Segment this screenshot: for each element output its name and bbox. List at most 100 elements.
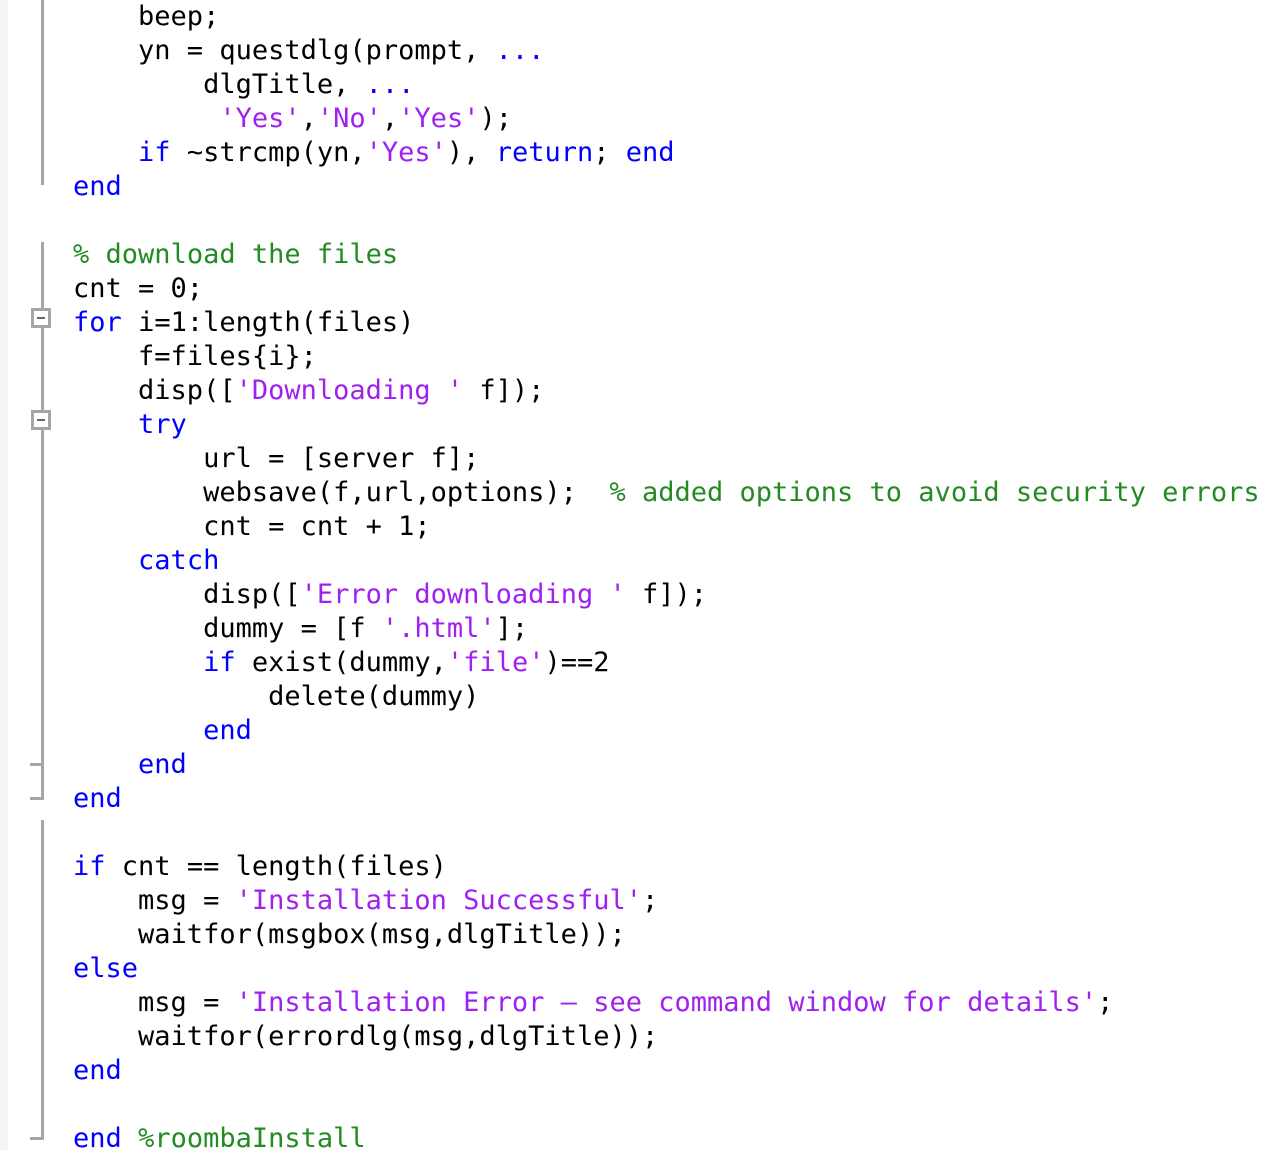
code-text-area[interactable]: beep; yn = questdlg(prompt, ... dlgTitle… bbox=[0, 0, 1266, 1150]
line-end-for-loop[interactable]: end bbox=[0, 782, 1266, 816]
line-blank-3[interactable] bbox=[0, 1088, 1266, 1122]
token-keyword: end bbox=[73, 171, 122, 202]
token-plain: ]; bbox=[495, 613, 529, 644]
line-end-function[interactable]: end %roombaInstall bbox=[0, 1122, 1266, 1150]
token-plain: dlgTitle, bbox=[8, 69, 366, 100]
line-if-exist-dummy[interactable]: if exist(dummy,'file')==2 bbox=[0, 646, 1266, 680]
token-plain: ; bbox=[1097, 987, 1114, 1018]
token-plain: i=1:length(files) bbox=[121, 307, 415, 338]
token-plain: disp([ bbox=[8, 579, 301, 610]
token-keyword: else bbox=[73, 953, 139, 984]
token-plain: ; bbox=[593, 137, 626, 168]
line-catch[interactable]: catch bbox=[0, 544, 1266, 578]
line-dummy-assign[interactable]: dummy = [f '.html']; bbox=[0, 612, 1266, 646]
token-keyword: for bbox=[73, 307, 122, 338]
token-string: 'Yes' bbox=[365, 137, 447, 168]
line-url-assign[interactable]: url = [server f]; bbox=[0, 442, 1266, 476]
line-f-assign[interactable]: f=files{i}; bbox=[0, 340, 1266, 374]
line-for-loop[interactable]: for i=1:length(files) bbox=[0, 306, 1266, 340]
token-string: '.html' bbox=[381, 613, 496, 644]
line-msg-error[interactable]: msg = 'Installation Error – see command … bbox=[0, 986, 1266, 1020]
line-end-try-catch[interactable]: end bbox=[0, 748, 1266, 782]
line-try[interactable]: try bbox=[0, 408, 1266, 442]
line-websave[interactable]: websave(f,url,options); % added options … bbox=[0, 476, 1266, 510]
token-keyword: end bbox=[73, 1055, 122, 1086]
matlab-editor-window: beep; yn = questdlg(prompt, ... dlgTitle… bbox=[0, 0, 1266, 1150]
token-plain: exist(dummy, bbox=[235, 647, 447, 678]
line-blank-2[interactable] bbox=[0, 816, 1266, 850]
token-plain: f=files{i}; bbox=[8, 341, 317, 372]
line-end-if-exist[interactable]: end bbox=[0, 714, 1266, 748]
line-yn-questdlg[interactable]: yn = questdlg(prompt, ... bbox=[0, 34, 1266, 68]
line-if-strcmp-return[interactable]: if ~strcmp(yn,'Yes'), return; end bbox=[0, 136, 1266, 170]
line-if-cnt-length[interactable]: if cnt == length(files) bbox=[0, 850, 1266, 884]
token-plain: ; bbox=[641, 885, 659, 916]
line-end-confirm[interactable]: end bbox=[0, 170, 1266, 204]
token-comment: % download the files bbox=[73, 239, 399, 270]
line-blank-1[interactable] bbox=[0, 204, 1266, 238]
line-dlgtitle-arg[interactable]: dlgTitle, ... bbox=[0, 68, 1266, 102]
token-string: 'Installation Error – see command window… bbox=[235, 987, 1098, 1018]
token-keyword: try bbox=[138, 409, 187, 440]
token-plain: cnt = cnt + 1; bbox=[8, 511, 431, 542]
token-keyword: if bbox=[203, 647, 236, 678]
token-keyword: if bbox=[73, 851, 106, 882]
line-waitfor-msgbox[interactable]: waitfor(msgbox(msg,dlgTitle)); bbox=[0, 918, 1266, 952]
line-delete-dummy[interactable]: delete(dummy) bbox=[0, 680, 1266, 714]
token-comment: %roombaInstall bbox=[138, 1123, 366, 1150]
token-string: 'Error downloading ' bbox=[300, 579, 626, 610]
token-plain: msg = bbox=[8, 885, 236, 916]
token-plain: cnt = 0; bbox=[8, 273, 204, 304]
token-plain: beep; bbox=[8, 1, 220, 32]
line-disp-downloading[interactable]: disp(['Downloading ' f]); bbox=[0, 374, 1266, 408]
token-plain: f]); bbox=[625, 579, 707, 610]
token-string: 'No' bbox=[316, 103, 382, 134]
token-plain: waitfor(errordlg(msg,dlgTitle)); bbox=[8, 1021, 659, 1052]
token-string: 'file' bbox=[446, 647, 545, 678]
token-plain: ), bbox=[446, 137, 496, 168]
token-comment: % added options to avoid security errors bbox=[609, 477, 1260, 508]
token-plain: , bbox=[381, 103, 399, 134]
token-plain: waitfor(msgbox(msg,dlgTitle)); bbox=[8, 919, 626, 950]
token-keyword: return bbox=[495, 137, 594, 168]
token-plain: ~strcmp(yn, bbox=[170, 137, 366, 168]
token-keyword: catch bbox=[138, 545, 220, 576]
line-cnt-init[interactable]: cnt = 0; bbox=[0, 272, 1266, 306]
line-comment-download[interactable]: % download the files bbox=[0, 238, 1266, 272]
line-waitfor-errordlg[interactable]: waitfor(errordlg(msg,dlgTitle)); bbox=[0, 1020, 1266, 1054]
token-keyword: end bbox=[73, 1123, 122, 1150]
token-plain: f]); bbox=[463, 375, 545, 406]
line-beep[interactable]: beep; bbox=[0, 0, 1266, 34]
token-plain: cnt == length(files) bbox=[105, 851, 447, 882]
token-plain: url = [server f]; bbox=[8, 443, 480, 474]
token-plain: , bbox=[300, 103, 317, 134]
token-plain: ); bbox=[479, 103, 512, 134]
line-else[interactable]: else bbox=[0, 952, 1266, 986]
line-yes-no-yes-args[interactable]: 'Yes','No','Yes'); bbox=[0, 102, 1266, 136]
token-plain: msg = bbox=[8, 987, 236, 1018]
token-keyword: end bbox=[203, 715, 252, 746]
token-keyword: if bbox=[138, 137, 171, 168]
line-end-if-cnt[interactable]: end bbox=[0, 1054, 1266, 1088]
token-plain: disp([ bbox=[8, 375, 236, 406]
line-disp-error[interactable]: disp(['Error downloading ' f]); bbox=[0, 578, 1266, 612]
token-string: 'Installation Successful' bbox=[235, 885, 642, 916]
line-msg-success[interactable]: msg = 'Installation Successful'; bbox=[0, 884, 1266, 918]
line-cnt-increment[interactable]: cnt = cnt + 1; bbox=[0, 510, 1266, 544]
token-cont: ... bbox=[365, 69, 415, 100]
